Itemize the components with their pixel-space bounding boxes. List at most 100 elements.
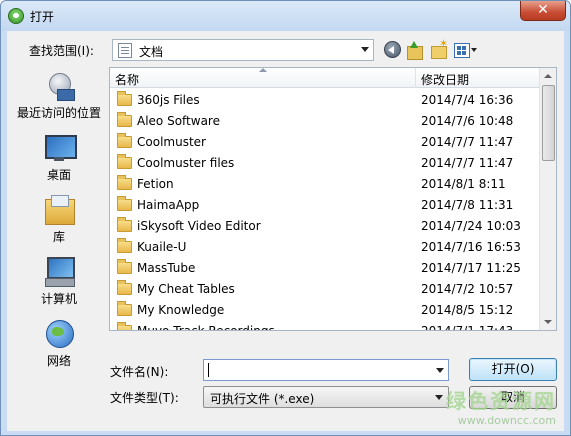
filetype-label: 文件类型(T): — [110, 391, 179, 405]
file-list[interactable]: 名称 修改日期 360js Files 2014/7/4 16:36 Aleo So… — [109, 67, 557, 331]
file-name: 360js Files — [137, 93, 200, 107]
file-date: 2014/7/17 11:25 — [421, 261, 521, 275]
watermark-url: www.downcc.com — [457, 414, 556, 427]
table-row[interactable]: Aleo Software 2014/7/6 10:48 — [110, 111, 542, 132]
folder-icon — [117, 133, 132, 148]
file-rows: 360js Files 2014/7/4 16:36 Aleo Software 20… — [110, 90, 542, 331]
column-divider[interactable] — [415, 68, 416, 88]
close-button[interactable]: ✕ — [520, 1, 566, 21]
file-date: 2014/7/7 11:47 — [421, 156, 514, 170]
file-date: 2014/8/1 8:11 — [421, 177, 506, 191]
table-row[interactable]: Muvo Track Recordings 2014/7/1 17:43 — [110, 321, 542, 331]
table-row[interactable]: My Cheat Tables 2014/7/2 10:57 — [110, 279, 542, 300]
table-row[interactable]: HaimaApp 2014/7/8 11:31 — [110, 195, 542, 216]
column-header-date[interactable]: 修改日期 — [421, 71, 469, 88]
vertical-scrollbar[interactable] — [539, 68, 556, 330]
dialog-body: 查找范围(I): 文档 最近访问的位置 桌面 库 计 — [7, 31, 564, 431]
place-desktop[interactable]: 桌面 — [11, 133, 107, 183]
scroll-down-icon[interactable] — [544, 320, 552, 324]
table-row[interactable]: 360js Files 2014/7/4 16:36 — [110, 90, 542, 111]
table-row[interactable]: MassTube 2014/7/17 11:25 — [110, 258, 542, 279]
file-name: iSkysoft Video Editor — [137, 219, 261, 233]
watermark: 绿色资源网 www.downcc.com — [446, 385, 556, 427]
desktop-icon — [43, 133, 77, 163]
view-menu-icon[interactable] — [454, 41, 478, 59]
file-name: Coolmuster — [137, 135, 206, 149]
chevron-down-icon[interactable] — [435, 395, 443, 400]
scroll-up-icon[interactable] — [544, 74, 552, 78]
up-folder-icon[interactable] — [407, 41, 423, 60]
chevron-down-icon[interactable] — [436, 368, 444, 373]
look-in-combo[interactable]: 文档 — [112, 39, 374, 61]
table-row[interactable]: My Knowledge 2014/8/5 15:12 — [110, 300, 542, 321]
place-label: 最近访问的位置 — [16, 106, 101, 120]
file-name: My Cheat Tables — [137, 282, 235, 296]
library-icon — [43, 195, 75, 225]
folder-icon — [117, 238, 132, 253]
filename-input[interactable] — [203, 359, 449, 381]
table-row[interactable]: iSkysoft Video Editor 2014/7/24 10:03 — [110, 216, 542, 237]
column-header-name[interactable]: 名称 — [115, 71, 139, 88]
title-bar[interactable]: 打开 ✕ — [1, 1, 570, 31]
file-date: 2014/7/8 11:31 — [421, 198, 514, 212]
recent-places-icon — [43, 71, 75, 101]
computer-icon — [43, 257, 75, 287]
place-label: 网络 — [46, 354, 71, 368]
list-header: 名称 修改日期 — [110, 68, 542, 88]
new-folder-icon[interactable] — [431, 37, 448, 59]
file-name: MassTube — [137, 261, 196, 275]
table-row[interactable]: Kuaile-U 2014/7/16 16:53 — [110, 237, 542, 258]
folder-icon — [117, 217, 132, 232]
back-icon[interactable] — [384, 41, 401, 58]
file-date: 2014/7/6 10:48 — [421, 114, 514, 128]
look-in-value: 文档 — [139, 45, 164, 59]
place-label: 桌面 — [46, 168, 71, 182]
place-network[interactable]: 网络 — [11, 319, 107, 369]
places-bar: 最近访问的位置 桌面 库 计算机 网络 — [11, 67, 107, 369]
file-date: 2014/7/16 16:53 — [421, 240, 521, 254]
table-row[interactable]: Coolmuster files 2014/7/7 11:47 — [110, 153, 542, 174]
place-label: 计算机 — [40, 292, 77, 306]
file-name: Kuaile-U — [137, 240, 187, 254]
file-name: Fetion — [137, 177, 174, 191]
watermark-text: 绿色资源网 — [446, 389, 556, 413]
table-row[interactable]: Coolmuster 2014/7/7 11:47 — [110, 132, 542, 153]
folder-icon — [117, 175, 132, 190]
folder-icon — [117, 280, 132, 295]
folder-icon — [117, 112, 132, 127]
place-label: 库 — [52, 230, 65, 244]
chevron-down-icon[interactable] — [361, 47, 369, 52]
sort-ascending-icon — [259, 68, 267, 72]
folder-icon — [117, 259, 132, 274]
place-recent[interactable]: 最近访问的位置 — [11, 71, 107, 121]
file-date: 2014/7/4 16:36 — [421, 93, 514, 107]
file-name: My Knowledge — [137, 303, 225, 317]
open-file-dialog: 打开 ✕ 查找范围(I): 文档 最近访问的位置 桌面 库 — [0, 0, 571, 436]
filename-label: 文件名(N): — [110, 365, 169, 379]
file-date: 2014/8/5 15:12 — [421, 303, 514, 317]
filetype-select[interactable]: 可执行文件 (*.exe) — [203, 386, 449, 408]
folder-icon — [117, 301, 132, 316]
window-title: 打开 — [30, 10, 55, 24]
scroll-thumb[interactable] — [542, 85, 555, 161]
app-icon — [8, 8, 24, 24]
table-row[interactable]: Fetion 2014/8/1 8:11 — [110, 174, 542, 195]
file-name: Aleo Software — [137, 114, 220, 128]
open-button[interactable]: 打开(O) — [469, 358, 557, 381]
file-name: Muvo Track Recordings — [137, 324, 275, 331]
look-in-label: 查找范围(I): — [29, 44, 94, 58]
folder-icon — [117, 154, 132, 169]
file-date: 2014/7/1 17:43 — [421, 324, 514, 331]
folder-icon — [117, 91, 132, 106]
file-date: 2014/7/7 11:47 — [421, 135, 514, 149]
folder-icon — [117, 322, 132, 330]
network-icon — [43, 319, 75, 349]
filetype-value: 可执行文件 (*.exe) — [210, 392, 315, 406]
place-computer[interactable]: 计算机 — [11, 257, 107, 307]
documents-icon — [118, 43, 132, 58]
filename-field[interactable] — [207, 362, 429, 378]
place-library[interactable]: 库 — [11, 195, 107, 245]
file-date: 2014/7/2 10:57 — [421, 282, 514, 296]
folder-icon — [117, 196, 132, 211]
file-name: Coolmuster files — [137, 156, 235, 170]
